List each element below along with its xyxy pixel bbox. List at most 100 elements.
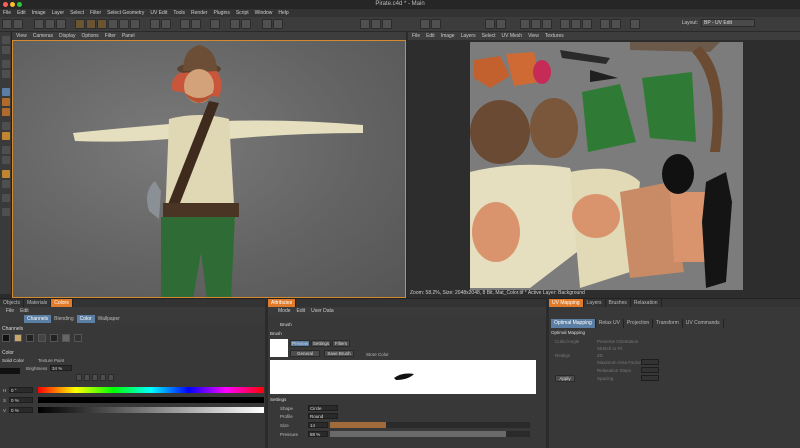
- uv-pack-icon[interactable]: [582, 19, 592, 29]
- tab-layers[interactable]: Layers: [584, 299, 606, 307]
- option-stretch-to-fit[interactable]: Stretch to Fit: [597, 346, 623, 351]
- menu-window[interactable]: Window: [255, 10, 273, 16]
- uv-menu-textures[interactable]: Textures: [545, 33, 564, 39]
- pressure-field[interactable]: 88 %: [308, 431, 328, 437]
- swatch-button[interactable]: [76, 374, 82, 381]
- size-slider[interactable]: [330, 422, 530, 428]
- viewport-menu-cameras[interactable]: Cameras: [33, 33, 53, 39]
- object-icon[interactable]: [210, 19, 220, 29]
- colors-menu-file[interactable]: File: [6, 308, 14, 314]
- texture-tool-icon[interactable]: [2, 46, 10, 54]
- pressure-slider[interactable]: [330, 431, 530, 437]
- uv-menu-view[interactable]: View: [528, 33, 539, 39]
- saturation-slider[interactable]: [38, 397, 264, 403]
- redo-icon[interactable]: [13, 19, 23, 29]
- value-field[interactable]: 0 %: [9, 407, 33, 413]
- viewport-menu-options[interactable]: Options: [81, 33, 98, 39]
- brush-tool-icon[interactable]: [2, 88, 10, 96]
- layer-icon[interactable]: [161, 19, 171, 29]
- subtab-color[interactable]: Color: [76, 315, 95, 323]
- uv-menu-image[interactable]: Image: [441, 33, 455, 39]
- uv-rotate-icon[interactable]: [542, 19, 552, 29]
- brush-preset-dropdown[interactable]: General: [290, 350, 320, 357]
- value-slider[interactable]: [38, 407, 264, 413]
- store-color-checkbox[interactable]: Store Color: [366, 352, 389, 357]
- viewport-menu-filter[interactable]: Filter: [105, 33, 116, 39]
- color-slot[interactable]: [38, 334, 46, 342]
- profile-dropdown[interactable]: Round: [308, 413, 338, 419]
- points-tool-icon[interactable]: [2, 60, 10, 68]
- tab-attributes[interactable]: Attributes: [268, 299, 297, 307]
- uv-fit-icon[interactable]: [600, 19, 610, 29]
- menu-select[interactable]: Select: [70, 10, 84, 16]
- uv-menu-file[interactable]: File: [412, 33, 420, 39]
- tab-relaxation[interactable]: Relaxation: [631, 299, 662, 307]
- settings-tab[interactable]: Settings: [311, 340, 331, 347]
- menu-select-geometry[interactable]: Select Geometry: [107, 10, 144, 16]
- spacing-field[interactable]: [641, 375, 659, 381]
- filters-tab[interactable]: Filters: [332, 340, 350, 347]
- uv-mirror-icon[interactable]: [531, 19, 541, 29]
- attr-menu-user-data[interactable]: User Data: [311, 308, 334, 314]
- option-preserve-orientation[interactable]: Preserve Orientation: [597, 339, 638, 344]
- tab-colors[interactable]: Colors: [51, 299, 73, 307]
- menu-script[interactable]: Script: [236, 10, 249, 16]
- viewport-menu-display[interactable]: Display: [59, 33, 75, 39]
- paint-mode-icon[interactable]: [420, 19, 430, 29]
- swatch-button[interactable]: [92, 374, 98, 381]
- fill-tool-icon[interactable]: [2, 98, 10, 106]
- brush-preview-thumb[interactable]: [270, 339, 288, 357]
- subtab-blending[interactable]: Blending: [51, 315, 76, 323]
- selection-tool-icon[interactable]: [2, 122, 10, 130]
- tab-brushes[interactable]: Brushes: [606, 299, 631, 307]
- uv-menu-uv-mesh[interactable]: UV Mesh: [502, 33, 523, 39]
- tab-materials[interactable]: Materials: [24, 299, 52, 307]
- apply-button[interactable]: Apply: [555, 375, 575, 382]
- locking-tool-icon[interactable]: [2, 194, 10, 202]
- hue-field[interactable]: 0 °: [9, 387, 33, 393]
- option-2d[interactable]: 2D: [597, 353, 603, 358]
- brightness-field[interactable]: 34 %: [50, 365, 72, 371]
- symmetry-icon[interactable]: [262, 19, 272, 29]
- uv-grid-icon[interactable]: [520, 19, 530, 29]
- clone-icon[interactable]: [119, 19, 129, 29]
- option-realign[interactable]: Realign: [555, 353, 570, 358]
- menu-file[interactable]: File: [3, 10, 11, 16]
- render-icon[interactable]: [180, 19, 190, 29]
- model-tool-icon[interactable]: [2, 36, 10, 44]
- subtab-projection[interactable]: Projection: [624, 319, 654, 328]
- axis-tool-icon[interactable]: [2, 208, 10, 216]
- subtab-wallpaper[interactable]: Wallpaper: [95, 315, 123, 323]
- uv-relax-icon[interactable]: [571, 19, 581, 29]
- 3d-viewport[interactable]: [12, 40, 406, 298]
- scale-icon[interactable]: [56, 19, 66, 29]
- size-field[interactable]: 14: [308, 422, 328, 428]
- menu-image[interactable]: Image: [32, 10, 46, 16]
- menu-layer[interactable]: Layer: [52, 10, 65, 16]
- color-slot[interactable]: [26, 334, 34, 342]
- minimize-window-button[interactable]: [10, 2, 15, 7]
- attr-menu-mode[interactable]: Mode: [278, 308, 291, 314]
- move-icon[interactable]: [45, 19, 55, 29]
- colors-menu-edit[interactable]: Edit: [20, 308, 29, 314]
- uv-texture-canvas[interactable]: [470, 42, 743, 290]
- color-slot[interactable]: [14, 334, 22, 342]
- menu-filter[interactable]: Filter: [90, 10, 101, 16]
- camera-icon[interactable]: [230, 19, 240, 29]
- uv-edges-icon[interactable]: [382, 19, 392, 29]
- swatch-button[interactable]: [100, 374, 106, 381]
- maximize-window-button[interactable]: [17, 2, 22, 7]
- grid-tool-icon[interactable]: [2, 180, 10, 188]
- viewport-menu-panel[interactable]: Panel: [122, 33, 135, 39]
- menu-edit[interactable]: Edit: [17, 10, 26, 16]
- swatch-button[interactable]: [84, 374, 90, 381]
- uv-snap-icon[interactable]: [560, 19, 570, 29]
- uv-menu-edit[interactable]: Edit: [426, 33, 435, 39]
- saturation-field[interactable]: 0 %: [9, 397, 33, 403]
- select-icon[interactable]: [34, 19, 44, 29]
- tab-uv-mapping[interactable]: UV Mapping: [549, 299, 584, 307]
- subtab-transform[interactable]: Transform: [653, 319, 683, 328]
- viewport-menu-view[interactable]: View: [16, 33, 27, 39]
- uv-polygons-icon[interactable]: [371, 19, 381, 29]
- uv-transform-icon[interactable]: [630, 19, 640, 29]
